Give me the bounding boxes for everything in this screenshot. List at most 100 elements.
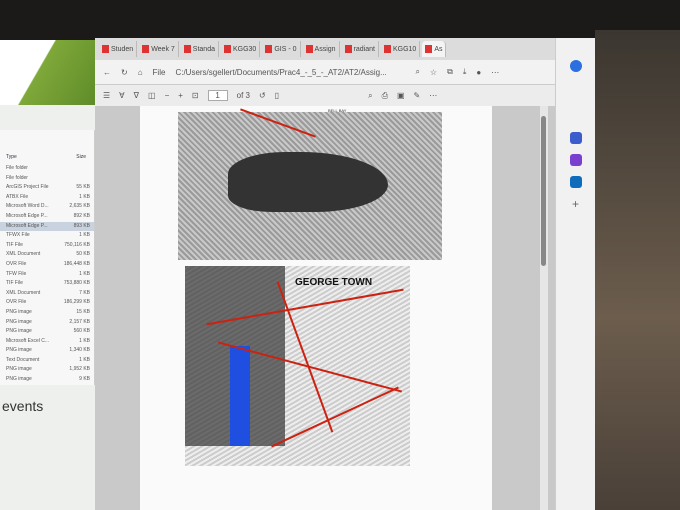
file-row[interactable]: ATBX File 1 KB [0, 193, 94, 203]
refresh-icon[interactable]: ↻ [121, 68, 128, 77]
file-row[interactable]: TFW File 1 KB [0, 270, 94, 280]
file-row[interactable]: XML Document 50 KB [0, 250, 94, 260]
file-row[interactable]: Microsoft Word D... 2,635 KB [0, 202, 94, 212]
page-view-icon[interactable]: ▯ [275, 91, 279, 100]
file-row[interactable]: File folder [0, 174, 94, 184]
file-size: 7 KB [79, 289, 90, 296]
file-type: TIF File [6, 241, 23, 248]
browser-tab[interactable]: Standa [181, 41, 219, 57]
file-type: PNG image [6, 366, 32, 373]
save-icon[interactable]: ▣ [397, 91, 405, 100]
road [240, 108, 316, 138]
back-icon[interactable]: ← [103, 68, 111, 77]
file-row[interactable]: ArcGIS Project File 55 KB [0, 183, 94, 193]
file-row[interactable]: OVR File 186,448 KB [0, 260, 94, 270]
browser-tab[interactable]: KGG30 [221, 41, 261, 57]
tab-title: KGG10 [392, 45, 417, 53]
draw-icon[interactable]: ∀ [119, 91, 124, 100]
tab-title: Week 7 [151, 45, 175, 53]
file-type: Microsoft Edge P... [6, 222, 48, 229]
browser-tab[interactable]: Studen [99, 41, 138, 57]
add-icon[interactable]: + [570, 198, 582, 210]
page-number-input[interactable]: 1 [207, 90, 228, 101]
zoom-in-icon[interactable]: + [178, 91, 183, 100]
favorite-icon[interactable]: ☆ [430, 68, 437, 77]
file-row[interactable]: PNG image 15 KB [0, 308, 94, 318]
file-size: 1 KB [79, 356, 90, 363]
file-type: Text Document [6, 356, 40, 363]
background [595, 30, 680, 510]
file-type: TFWX File [6, 232, 30, 239]
file-row[interactable]: PNG image 9 KB [0, 375, 94, 385]
column-type[interactable]: Type [6, 154, 17, 160]
highlight-icon[interactable]: ∇ [134, 91, 139, 100]
file-size: 2,157 KB [69, 318, 90, 325]
search-sidebar-icon[interactable] [569, 132, 582, 144]
browser-tab[interactable]: Assign [303, 41, 340, 57]
file-row[interactable]: Microsoft Edge P... 893 KB [0, 221, 94, 232]
file-row[interactable]: Text Document 1 KB [0, 356, 94, 366]
browser-window: Studen Week 7 Standa KGG30 GIS - 0 Assign radi… [95, 38, 595, 510]
scrollbar-thumb[interactable] [541, 116, 546, 266]
browser-tab[interactable]: radiant [342, 41, 379, 57]
file-row[interactable]: OVR File 186,299 KB [0, 298, 94, 308]
file-row[interactable]: TIF File 750,116 KB [0, 241, 94, 251]
file-row[interactable]: Microsoft Excel C... 1 KB [0, 337, 94, 347]
profile-avatar[interactable]: ● [476, 68, 481, 77]
file-size: 9 KB [79, 376, 90, 383]
contents-icon[interactable]: ☰ [103, 91, 110, 100]
browser-tab[interactable]: Week 7 [139, 41, 179, 57]
file-row[interactable]: PNG image 1,952 KB [0, 365, 94, 375]
tab-favicon-icon [383, 45, 391, 53]
file-row[interactable]: XML Document 7 KB [0, 289, 94, 299]
file-row[interactable]: File folder [0, 164, 94, 174]
page-count: of 3 [236, 91, 250, 100]
file-label: File [152, 67, 166, 77]
file-type: Microsoft Edge P... [6, 212, 48, 219]
file-row[interactable]: TFWX File 1 KB [0, 231, 94, 241]
fit-icon[interactable]: ⊡ [192, 91, 199, 100]
search-icon[interactable]: ⌕ [368, 91, 372, 101]
file-size: 1 KB [79, 232, 90, 239]
more-icon[interactable]: ⋯ [491, 68, 499, 77]
browser-tab[interactable]: As [422, 41, 447, 57]
file-row[interactable]: PNG image 2,157 KB [0, 318, 94, 328]
more-options-icon[interactable]: ⋯ [429, 91, 437, 100]
file-type: File folder [6, 165, 28, 171]
view-icon[interactable]: ◫ [148, 91, 156, 100]
file-size: 55 KB [76, 184, 90, 191]
zoom-out-icon[interactable]: − [165, 91, 170, 100]
column-size[interactable]: Size [76, 154, 86, 160]
tab-favicon-icon [183, 45, 191, 53]
monitor-bezel [0, 0, 680, 40]
scrollbar[interactable] [540, 106, 548, 510]
file-row[interactable]: Microsoft Edge P... 892 KB [0, 212, 94, 222]
home-icon[interactable]: ⌂ [138, 68, 143, 77]
file-size: 1 KB [79, 193, 90, 200]
outlook-icon[interactable] [569, 176, 582, 188]
file-row[interactable]: TIF File 753,880 KB [0, 279, 94, 289]
bing-icon[interactable] [569, 60, 582, 72]
downloads-icon[interactable]: ⤓ [463, 67, 467, 77]
file-size: 753,880 KB [63, 280, 90, 287]
browser-tab[interactable]: GIS - 0 [262, 41, 301, 57]
road [271, 386, 399, 448]
zoom-icon[interactable]: ⌕ [415, 67, 419, 77]
tab-title: Standa [192, 45, 215, 53]
tab-title: radiant [353, 45, 375, 53]
url-input[interactable]: C:/Users/sgellert/Documents/Prac4_-_5_-_… [175, 68, 405, 77]
file-row[interactable]: PNG image 1,340 KB [0, 346, 94, 356]
file-row[interactable]: PNG image 560 KB [0, 327, 94, 337]
copilot-icon[interactable] [569, 154, 582, 166]
print-icon[interactable]: ⎙ [382, 91, 388, 101]
tab-favicon-icon [102, 45, 109, 53]
map-title: BELL BAY [328, 108, 347, 113]
browser-tab[interactable]: KGG10 [381, 41, 421, 57]
file-size: 560 KB [73, 328, 90, 335]
tab-favicon-icon [344, 45, 352, 53]
edit-icon[interactable]: ✎ [414, 91, 421, 100]
collections-icon[interactable]: ⧉ [447, 67, 453, 77]
rotate-icon[interactable]: ↺ [259, 91, 266, 100]
file-type: TFW File [6, 270, 27, 277]
edge-sidebar: + [555, 38, 595, 510]
